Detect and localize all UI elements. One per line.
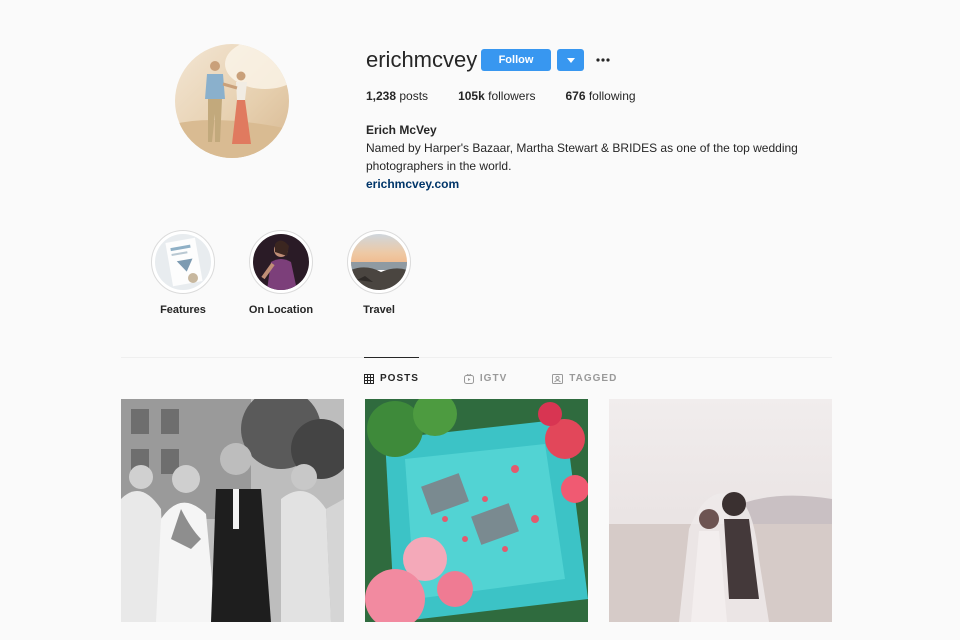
post-image-pool-flowers [365, 399, 588, 622]
post-thumbnail-3[interactable] [609, 399, 832, 622]
following-count: 676 [565, 89, 586, 103]
posts-label: posts [399, 89, 429, 103]
bio-full-name: Erich McVey [366, 123, 437, 137]
more-options-icon [596, 58, 610, 62]
posts-stat: 1,238 posts [366, 89, 428, 103]
grid-icon [364, 373, 374, 384]
tab-posts[interactable]: POSTS [364, 357, 419, 399]
highlight-features[interactable]: Features [140, 230, 226, 316]
igtv-icon [463, 373, 474, 384]
profile-username: erichmcvey [366, 47, 478, 72]
highlight-cover-on-location [253, 234, 309, 290]
following-stat[interactable]: 676 following [565, 89, 635, 103]
post-thumbnail-1[interactable] [121, 399, 344, 622]
highlight-cover-features [155, 234, 211, 290]
profile-bio: Erich McVey Named by Harper's Bazaar, Ma… [366, 121, 826, 193]
profile-tabs: POSTS IGTV TAGGED [364, 357, 662, 399]
post-image-couple-veil [609, 399, 832, 622]
tab-igtv-label: IGTV [479, 373, 508, 384]
followers-count: 105k [458, 89, 485, 103]
profile-info: erichmcvey Follow 1,238 posts 105k follo… [366, 44, 826, 193]
posts-count: 1,238 [366, 89, 397, 103]
highlight-ring [347, 230, 411, 294]
tab-tagged[interactable]: TAGGED [552, 357, 617, 399]
highlight-cover-travel [351, 234, 407, 290]
post-image-wedding-crowd [121, 399, 344, 622]
profile-avatar[interactable] [175, 44, 289, 158]
highlight-ring [249, 230, 313, 294]
profile-title-row: erichmcvey Follow [366, 44, 826, 76]
highlight-label: On Location [248, 304, 314, 316]
tagged-icon [552, 373, 564, 384]
profile-stats: 1,238 posts 105k followers 676 following [366, 89, 826, 103]
followers-label: followers [488, 89, 536, 103]
avatar-photo [175, 44, 289, 158]
caret-down-icon [566, 57, 575, 63]
highlight-on-location[interactable]: On Location [238, 230, 324, 316]
post-thumbnail-2[interactable] [365, 399, 588, 622]
following-label: following [588, 89, 636, 103]
bio-website-link[interactable]: erichmcvey.com [366, 175, 459, 193]
suggestions-dropdown-button[interactable] [557, 49, 584, 71]
highlight-label: Features [160, 304, 206, 316]
highlight-label: Travel [363, 304, 395, 316]
tab-igtv[interactable]: IGTV [463, 357, 508, 399]
highlight-ring [151, 230, 215, 294]
tab-posts-label: POSTS [380, 373, 419, 384]
highlight-travel[interactable]: Travel [336, 230, 422, 316]
follow-button[interactable]: Follow [481, 49, 551, 71]
story-highlights: Features On Location Travel [140, 230, 434, 316]
more-options-button[interactable] [594, 49, 612, 71]
posts-grid [121, 399, 853, 622]
tab-tagged-label: TAGGED [569, 373, 618, 384]
bio-text: Named by Harper's Bazaar, Martha Stewart… [366, 141, 798, 173]
followers-stat[interactable]: 105k followers [458, 89, 535, 103]
